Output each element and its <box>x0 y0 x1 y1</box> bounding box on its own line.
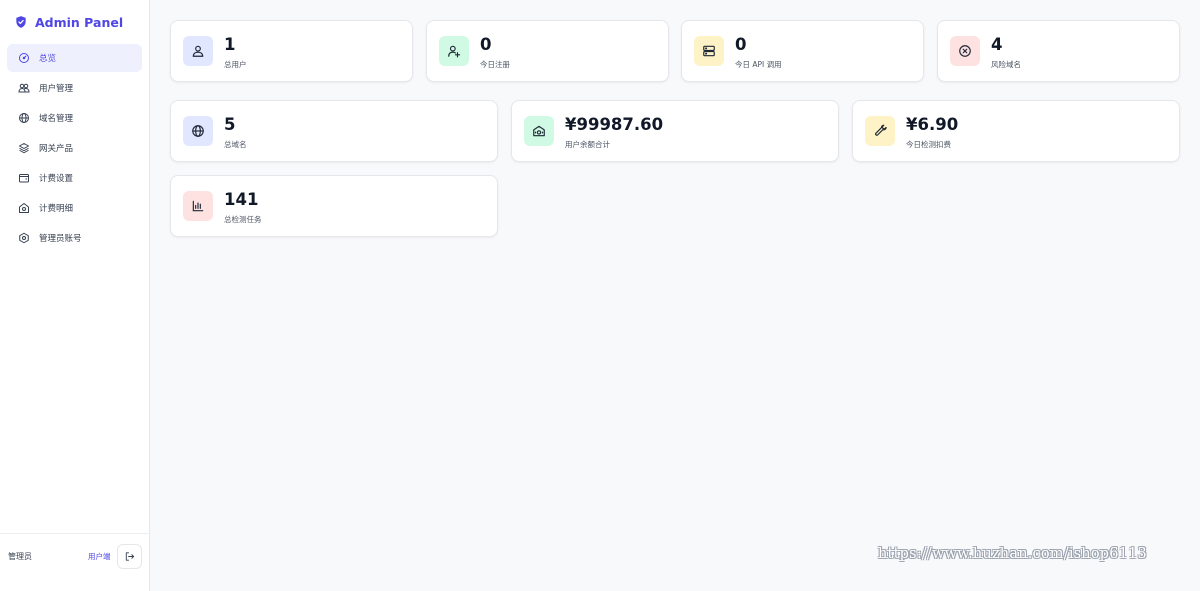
sidebar-item-label: 计费设置 <box>39 174 74 184</box>
current-user-label: 管理员 <box>8 552 32 561</box>
stat-value: 5 <box>224 115 236 134</box>
stat-card-today-detection-charges: ¥6.90 今日检测扣费 <box>852 100 1180 162</box>
sidebar-footer: 管理员 用户端 <box>0 533 150 591</box>
stat-card-today-registrations: 0 今日注册 <box>426 20 669 82</box>
stat-card-user-balance-total: ¥99987.60 用户余额合计 <box>511 100 839 162</box>
stat-card-today-api-calls: 0 今日 API 调用 <box>681 20 924 82</box>
users-icon <box>18 82 30 94</box>
stat-icon-box <box>524 116 554 146</box>
server-icon <box>702 44 716 58</box>
stat-icon-box <box>439 36 469 66</box>
sidebar-item-label: 管理员账号 <box>39 234 82 244</box>
sidebar-item-admin-accounts[interactable]: 管理员账号 <box>7 224 142 252</box>
stat-value: 4 <box>991 35 1003 54</box>
sidebar-item-billing-settings[interactable]: 计费设置 <box>7 164 142 192</box>
app-title: Admin Panel <box>35 14 124 30</box>
sidebar-item-overview[interactable]: 总览 <box>7 44 142 72</box>
sidebar-nav: 总览 用户管理 域名管理 网关产品 计费设置 计费明细 管理员账号 <box>7 44 142 254</box>
stat-icon-box <box>865 116 895 146</box>
stat-icon-box <box>183 191 213 221</box>
sidebar-item-users[interactable]: 用户管理 <box>7 74 142 102</box>
stat-icon-box <box>694 36 724 66</box>
sidebar-item-label: 总览 <box>39 54 57 64</box>
sidebar-item-domains[interactable]: 域名管理 <box>7 104 142 132</box>
stat-icon-box <box>950 36 980 66</box>
sidebar: Admin Panel 总览 用户管理 域名管理 网关产品 计费设置 计费明细 … <box>0 0 150 591</box>
sidebar-item-label: 域名管理 <box>39 114 74 124</box>
receipt-icon <box>18 202 30 214</box>
stat-value: 141 <box>224 190 259 209</box>
stat-label: 今日 API 调用 <box>735 60 782 69</box>
dashboard-gauge-icon <box>18 52 30 64</box>
main-content: 1 总用户 0 今日注册 0 今日 API 调用 4 风险域名 5 总域名 ¥9… <box>150 0 1200 591</box>
money-icon <box>532 124 546 138</box>
stat-card-total-detection-tasks: 141 总检测任务 <box>170 175 498 237</box>
sidebar-item-label: 用户管理 <box>39 84 74 94</box>
stat-label: 用户余额合计 <box>565 140 610 149</box>
stat-label: 今日注册 <box>480 60 510 69</box>
user-icon <box>191 44 205 58</box>
watermark-text: https://www.huzhan.com/ishop6113 <box>878 546 1147 562</box>
circle-x-icon <box>958 44 972 58</box>
stat-label: 今日检测扣费 <box>906 140 951 149</box>
brand[interactable]: Admin Panel <box>14 12 123 32</box>
stat-card-total-domains: 5 总域名 <box>170 100 498 162</box>
stat-value: ¥99987.60 <box>565 115 664 134</box>
wrench-icon <box>873 124 887 138</box>
stat-icon-box <box>183 36 213 66</box>
logout-button[interactable] <box>117 544 142 569</box>
stat-label: 总域名 <box>224 140 247 149</box>
stat-value: 1 <box>224 35 236 54</box>
stat-label: 总检测任务 <box>224 215 262 224</box>
stat-value: 0 <box>735 35 747 54</box>
stat-value: ¥6.90 <box>906 115 959 134</box>
stat-card-risk-domains: 4 风险域名 <box>937 20 1180 82</box>
sidebar-item-gateway-products[interactable]: 网关产品 <box>7 134 142 162</box>
wallet-icon <box>18 172 30 184</box>
stat-label: 风险域名 <box>991 60 1021 69</box>
stat-icon-box <box>183 116 213 146</box>
sidebar-item-label: 网关产品 <box>39 144 74 154</box>
layers-icon <box>18 142 30 154</box>
stat-label: 总用户 <box>224 60 247 69</box>
stat-value: 0 <box>480 35 492 54</box>
settings-gear-icon <box>18 232 30 244</box>
bar-chart-icon <box>191 199 205 213</box>
logout-icon <box>124 551 135 562</box>
globe-icon <box>191 124 205 138</box>
user-portal-link[interactable]: 用户端 <box>88 551 111 562</box>
user-plus-icon <box>447 44 461 58</box>
sidebar-item-billing-details[interactable]: 计费明细 <box>7 194 142 222</box>
globe-icon <box>18 112 30 124</box>
sidebar-item-label: 计费明细 <box>39 204 74 214</box>
stat-card-total-users: 1 总用户 <box>170 20 413 82</box>
shield-check-icon <box>14 14 28 30</box>
